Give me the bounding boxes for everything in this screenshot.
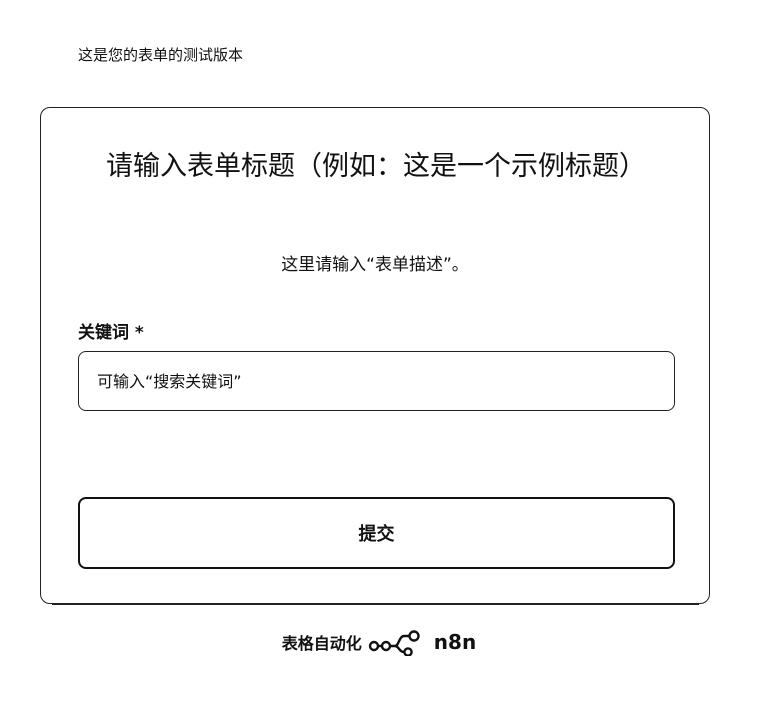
n8n-brand-name: n8n xyxy=(433,630,477,654)
keyword-input[interactable] xyxy=(78,351,675,411)
footer-divider xyxy=(52,604,699,605)
form-card: 请输入表单标题（例如：这是一个示例标题） 这里请输入“表单描述”。 关键词 * … xyxy=(40,107,710,604)
keyword-field-label: 关键词 * xyxy=(78,323,144,343)
form-description: 这里请输入“表单描述”。 xyxy=(281,255,469,275)
footer-text: 表格自动化 xyxy=(281,634,362,653)
submit-button[interactable]: 提交 xyxy=(78,497,675,569)
footer: 表格自动化 n8n xyxy=(0,628,758,656)
n8n-logo-icon xyxy=(368,630,420,656)
form-title: 请输入表单标题（例如：这是一个示例标题） xyxy=(106,151,646,182)
test-version-banner: 这是您的表单的测试版本 xyxy=(78,46,244,64)
